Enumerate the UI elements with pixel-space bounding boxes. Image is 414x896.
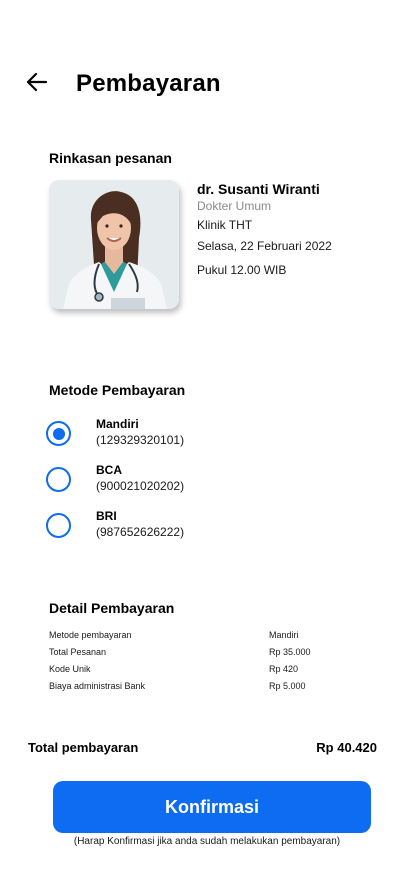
- bank-name: BRI: [96, 509, 117, 523]
- radio-selected[interactable]: [46, 421, 71, 446]
- detail-row: Total Pesanan Rp 35.000: [49, 647, 349, 661]
- radio-unselected[interactable]: [46, 513, 71, 538]
- detail-value: Rp 5.000: [269, 681, 306, 691]
- payment-option-bri[interactable]: BRI (987652626222): [46, 509, 366, 549]
- detail-value: Rp 35.000: [269, 647, 311, 657]
- payment-option-bca[interactable]: BCA (900021020202): [46, 463, 366, 503]
- bank-account: (129329320101): [96, 433, 185, 447]
- detail-value: Rp 420: [269, 664, 299, 674]
- detail-row: Biaya administrasi Bank Rp 5.000: [49, 681, 349, 695]
- total-label: Total pembayaran: [28, 740, 139, 755]
- bank-account: (900021020202): [96, 479, 185, 493]
- doctor-photo: [49, 180, 179, 309]
- doctor-role: Dokter Umum: [197, 199, 272, 213]
- back-button[interactable]: [22, 68, 52, 96]
- payment-detail-title: Detail Pembayaran: [49, 600, 175, 616]
- confirm-note: (Harap Konfirmasi jika anda sudah melaku…: [73, 836, 341, 847]
- appointment-date: Selasa, 22 Februari 2022: [197, 239, 332, 253]
- arrow-left-icon: [26, 72, 48, 92]
- order-summary-title: Rinkasan pesanan: [49, 150, 172, 166]
- clinic-name: Klinik THT: [197, 218, 253, 232]
- doctor-name: dr. Susanti Wiranti: [197, 181, 320, 197]
- detail-row: Metode pembayaran Mandiri: [49, 630, 349, 644]
- detail-row: Kode Unik Rp 420: [49, 664, 349, 678]
- appointment-time: Pukul 12.00 WIB: [197, 263, 287, 277]
- radio-unselected[interactable]: [46, 467, 71, 492]
- detail-value: Mandiri: [269, 630, 299, 640]
- detail-label: Metode pembayaran: [49, 630, 132, 640]
- page-title: Pembayaran: [76, 70, 221, 97]
- detail-label: Total Pesanan: [49, 647, 107, 657]
- detail-label: Kode Unik: [49, 664, 91, 674]
- payment-screen: Pembayaran Rinkasan pesanan dr. Susanti …: [0, 0, 414, 896]
- confirm-button[interactable]: Konfirmasi: [53, 781, 371, 833]
- bank-account: (987652626222): [96, 525, 185, 539]
- bank-name: Mandiri: [96, 417, 139, 431]
- radio-dot-icon: [52, 427, 65, 440]
- detail-label: Biaya administrasi Bank: [49, 681, 146, 691]
- total-value: Rp 40.420: [316, 740, 377, 755]
- payment-option-mandiri[interactable]: Mandiri (129329320101): [46, 417, 366, 457]
- payment-method-title: Metode Pembayaran: [49, 382, 186, 398]
- bank-name: BCA: [96, 463, 122, 477]
